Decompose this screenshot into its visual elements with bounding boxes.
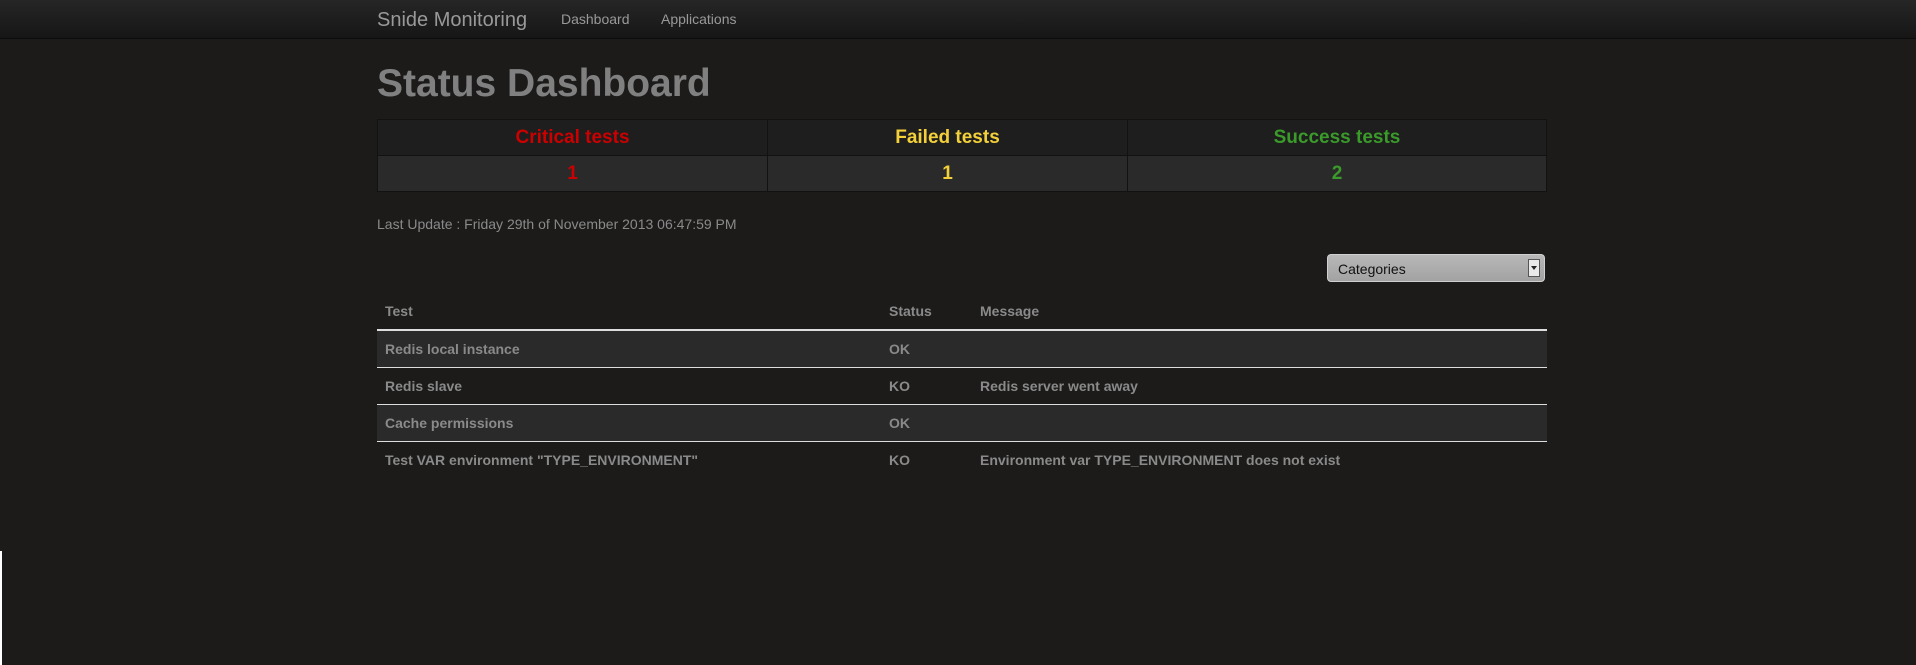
last-update-text: Last Update : Friday 29th of November 20… xyxy=(377,216,737,232)
nav-link-applications[interactable]: Applications xyxy=(661,11,737,27)
test-name: Redis slave xyxy=(377,367,881,405)
success-tests-count: 2 xyxy=(1127,155,1547,192)
summary-table: Critical tests Failed tests Success test… xyxy=(377,119,1547,192)
test-name: Cache permissions xyxy=(377,404,881,442)
critical-tests-count: 1 xyxy=(377,155,768,192)
critical-tests-label: Critical tests xyxy=(377,119,768,156)
test-message xyxy=(972,404,1547,442)
column-header-status: Status xyxy=(881,293,972,331)
navbar: Snide Monitoring Dashboard Applications xyxy=(0,0,1916,39)
categories-select-value: Categories xyxy=(1338,261,1406,277)
column-header-test: Test xyxy=(377,293,881,331)
failed-tests-count: 1 xyxy=(767,155,1128,192)
table-row: Test VAR environment "TYPE_ENVIRONMENT" … xyxy=(377,441,1547,478)
test-status: OK xyxy=(881,330,972,368)
success-tests-label: Success tests xyxy=(1127,119,1547,156)
brand-link[interactable]: Snide Monitoring xyxy=(377,9,527,32)
page-title: Status Dashboard xyxy=(377,62,711,105)
column-header-message: Message xyxy=(972,293,1547,331)
test-message: Environment var TYPE_ENVIRONMENT does no… xyxy=(972,441,1547,478)
table-row: Redis local instance OK xyxy=(377,330,1547,368)
test-status: KO xyxy=(881,441,972,478)
tests-table: Test Status Message Redis local instance… xyxy=(377,293,1547,478)
table-row: Cache permissions OK xyxy=(377,404,1547,442)
table-row: Redis slave KO Redis server went away xyxy=(377,367,1547,405)
categories-select[interactable]: Categories xyxy=(1327,254,1545,282)
test-name: Redis local instance xyxy=(377,330,881,368)
chevron-down-icon[interactable] xyxy=(1528,259,1540,277)
tests-table-header: Test Status Message xyxy=(377,293,1547,331)
nav-link-dashboard[interactable]: Dashboard xyxy=(561,11,630,27)
failed-tests-label: Failed tests xyxy=(767,119,1128,156)
window-edge-line xyxy=(0,551,2,665)
test-message: Redis server went away xyxy=(972,367,1547,405)
test-status: OK xyxy=(881,404,972,442)
test-message xyxy=(972,330,1547,368)
test-status: KO xyxy=(881,367,972,405)
test-name: Test VAR environment "TYPE_ENVIRONMENT" xyxy=(377,441,881,478)
